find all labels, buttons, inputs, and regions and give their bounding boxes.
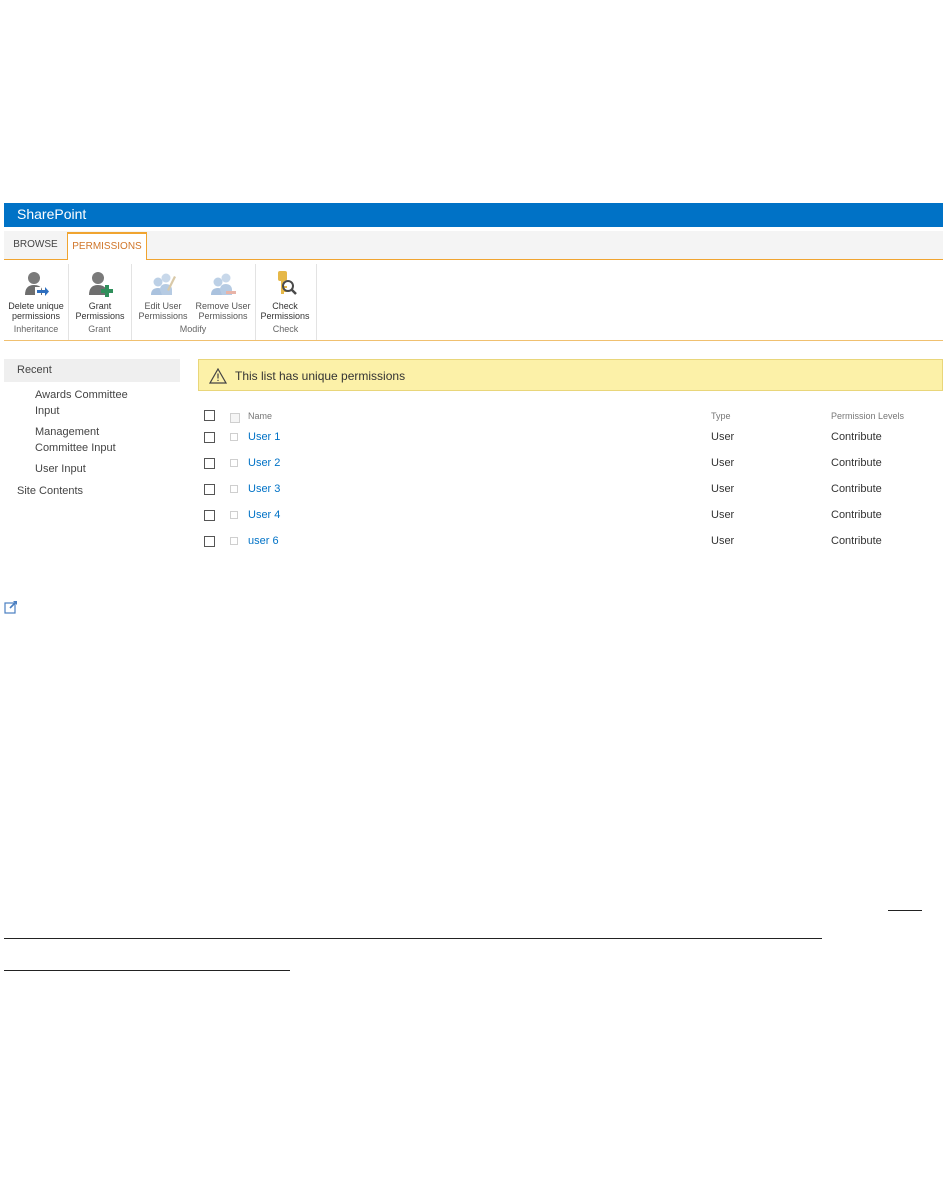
user-type: User (711, 509, 735, 521)
delete-unique-permissions-label: Delete unique permissions (8, 301, 64, 321)
check-permissions-icon (278, 271, 297, 295)
check-permissions-button[interactable]: Check Permissions (255, 268, 315, 324)
banner-text: This list has unique permissions (235, 369, 406, 383)
user-name-link[interactable]: User 3 (248, 483, 280, 495)
nav-recent-heading[interactable]: Recent (4, 359, 180, 382)
user-permission-level: Contribute (831, 509, 882, 521)
underline-rule (4, 970, 290, 971)
user-item-icon (230, 459, 238, 467)
remove-user-permissions-icon (211, 273, 236, 295)
row-checkbox[interactable] (204, 510, 215, 521)
delete-unique-permissions-icon (25, 272, 49, 296)
delete-unique-permissions-button[interactable]: Delete unique permissions (6, 268, 66, 324)
remove-user-permissions-label: Remove User Permissions (195, 301, 251, 321)
nav-item-management-committee-input[interactable]: Management Committee Input (4, 424, 155, 456)
user-name-link[interactable]: User 1 (248, 431, 280, 443)
user-permission-level: Contribute (831, 535, 882, 547)
table-row: User 4 User Contribute (198, 506, 943, 532)
edit-user-permissions-button[interactable]: Edit User Permissions (133, 268, 193, 324)
table-row: User 1 User Contribute (198, 428, 943, 454)
tab-permissions[interactable]: PERMISSIONS (67, 232, 147, 261)
edit-user-permissions-label: Edit User Permissions (138, 301, 188, 321)
tab-browse[interactable]: BROWSE (4, 232, 67, 258)
group-label-check: Check (272, 324, 299, 334)
user-name-link[interactable]: user 6 (248, 535, 279, 547)
user-type: User (711, 535, 735, 547)
user-item-icon (230, 511, 238, 519)
warning-icon (209, 368, 227, 384)
user-name-link[interactable]: User 2 (248, 457, 280, 469)
ribbon-tab-row: BROWSE PERMISSIONS (4, 231, 943, 261)
grant-permissions-icon (89, 272, 113, 297)
unique-permissions-banner: This list has unique permissions (198, 359, 943, 391)
table-row: User 2 User Contribute (198, 454, 943, 480)
user-name-link[interactable]: User 4 (248, 509, 280, 521)
user-type: User (711, 483, 735, 495)
remove-user-permissions-button[interactable]: Remove User Permissions (193, 268, 253, 324)
group-label-grant: Grant (88, 324, 111, 334)
ribbon-group-grant: Grant Permissions Grant (68, 264, 132, 340)
user-permission-level: Contribute (831, 431, 882, 443)
user-permission-level: Contribute (831, 457, 882, 469)
user-item-icon (230, 433, 238, 441)
ribbon: Delete unique permissions Inheritance Gr… (4, 260, 943, 341)
permissions-table: Name Type Permission Levels User 1 User … (198, 408, 943, 558)
row-checkbox[interactable] (204, 432, 215, 443)
check-permissions-label: Check Permissions (260, 301, 310, 321)
underline-rule (4, 938, 822, 939)
edit-user-permissions-icon (151, 273, 176, 295)
grant-permissions-button[interactable]: Grant Permissions (70, 268, 130, 324)
suite-bar: SharePoint (4, 203, 943, 227)
type-column-icon (230, 413, 240, 423)
user-item-icon (230, 485, 238, 493)
ribbon-group-inheritance: Delete unique permissions Inheritance (4, 264, 69, 340)
row-checkbox[interactable] (204, 484, 215, 495)
nav-item-user-input[interactable]: User Input (4, 461, 155, 477)
table-header: Name Type Permission Levels (198, 408, 943, 428)
grant-permissions-label: Grant Permissions (75, 301, 125, 321)
row-checkbox[interactable] (204, 458, 215, 469)
table-row: user 6 User Contribute (198, 532, 943, 558)
left-navigation: Recent Awards Committee Input Management… (4, 359, 180, 497)
user-item-icon (230, 537, 238, 545)
group-label-inheritance: Inheritance (13, 324, 59, 334)
brand-label[interactable]: SharePoint (17, 206, 86, 222)
column-header-permission-levels[interactable]: Permission Levels (831, 411, 904, 421)
edit-links-icon[interactable] (4, 600, 18, 614)
ribbon-group-check: Check Permissions Check (255, 264, 317, 340)
group-label-modify: Modify (179, 324, 207, 334)
table-row: User 3 User Contribute (198, 480, 943, 506)
nav-item-awards-committee-input[interactable]: Awards Committee Input (4, 387, 155, 419)
user-type: User (711, 457, 735, 469)
underline-rule (888, 910, 922, 911)
column-header-name[interactable]: Name (248, 411, 272, 421)
ribbon-group-modify: Edit User Permissions Remove User Permis… (131, 264, 256, 340)
user-permission-level: Contribute (831, 483, 882, 495)
select-all-checkbox[interactable] (204, 410, 215, 421)
nav-site-contents[interactable]: Site Contents (4, 485, 180, 497)
sharepoint-window: SharePoint BROWSE PERMISSIONS Delete uni… (0, 203, 943, 614)
column-header-type[interactable]: Type (711, 411, 731, 421)
row-checkbox[interactable] (204, 536, 215, 547)
user-type: User (711, 431, 735, 443)
